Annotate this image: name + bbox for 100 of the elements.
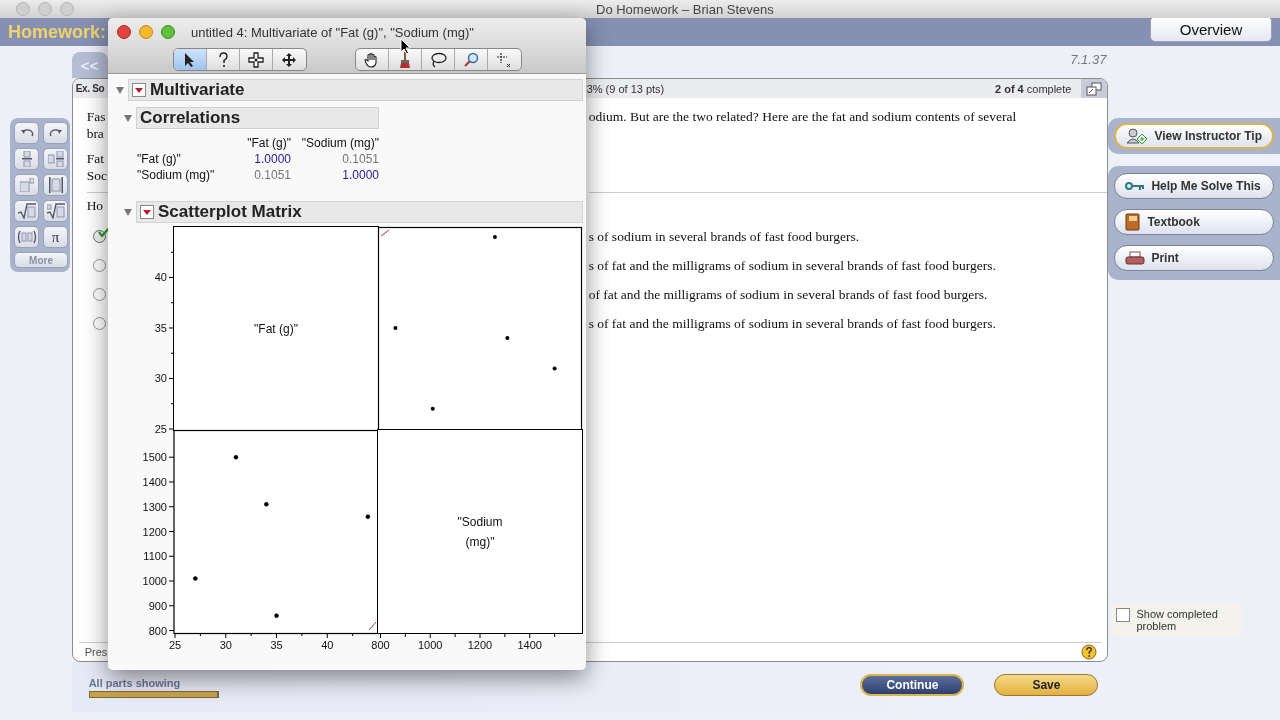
math-key[interactable] (43, 200, 68, 222)
disclosure-icon[interactable] (123, 207, 133, 217)
data-point (264, 502, 269, 507)
search-icon (462, 51, 479, 68)
continue-button[interactable]: Continue (860, 674, 965, 696)
option-text[interactable]: s of fat and the milligrams of sodium in several brands of fast food burgers. (588, 258, 996, 273)
sidebar-button[interactable]: Help Me Solve This (1114, 173, 1274, 199)
table-cell-text: 0.1051 (253, 167, 291, 183)
ellipse-segment (368, 621, 377, 631)
interval-icon (16, 230, 37, 244)
math-key[interactable] (14, 122, 39, 144)
disclosure-icon[interactable] (123, 113, 133, 123)
popout-icon (1086, 81, 1103, 96)
checkbox[interactable] (1116, 608, 1131, 622)
math-key[interactable] (43, 122, 68, 144)
tick-label: 1400 (142, 476, 167, 488)
radio-button[interactable] (92, 288, 106, 301)
radio-button[interactable] (92, 230, 106, 243)
tick-label: 35 (154, 322, 167, 334)
section-header[interactable]: Multivariate (128, 79, 583, 101)
tick-label: 1000 (418, 639, 443, 651)
tick-label: 1400 (517, 639, 542, 651)
question-text: Fat (86, 151, 104, 166)
data-point (274, 613, 279, 618)
brush-icon (397, 51, 412, 68)
tick-label: 1000 (142, 575, 167, 587)
section-header[interactable]: Correlations (136, 107, 379, 129)
exponent-icon (19, 178, 34, 192)
tick-label: 1200 (142, 525, 167, 538)
help-icon[interactable] (1081, 644, 1098, 660)
window-title: Do Homework – Brian Stevens (596, 1, 774, 17)
overview-button[interactable]: Overview (1150, 16, 1272, 42)
version-number: 7.1.37 (1070, 51, 1108, 67)
crosshair-icon (496, 51, 512, 68)
save-button[interactable]: Save (994, 674, 1099, 696)
tick-label: 30 (219, 639, 232, 651)
tick-label: 40 (154, 271, 167, 284)
dropdown-icon[interactable] (140, 205, 154, 219)
section-title: Scatterplot Matrix (158, 202, 302, 222)
math-key[interactable] (14, 200, 39, 222)
symbol-key[interactable]: π (43, 226, 68, 248)
key-icon (1125, 180, 1146, 192)
dropdown-icon[interactable] (132, 83, 146, 97)
help-icon (216, 51, 229, 68)
tick-label: 35 (270, 639, 283, 651)
page-title: Homework: (8, 21, 106, 43)
math-key[interactable] (14, 226, 39, 248)
question-prompt: Ho (86, 198, 104, 213)
math-key[interactable] (43, 174, 68, 196)
move-icon (281, 51, 297, 68)
data-point (365, 514, 371, 519)
data-point (430, 406, 435, 411)
tick-label: 30 (154, 372, 167, 385)
disclosure-icon[interactable] (115, 85, 125, 95)
popout-button[interactable] (1081, 79, 1108, 98)
sidebar-button[interactable]: Textbook (1114, 209, 1274, 235)
row-header: "Fat (g)" (137, 151, 182, 167)
sidebar-button[interactable]: Print (1114, 245, 1274, 271)
table-cell-text: 1.0000 (253, 151, 291, 167)
radio-button[interactable] (92, 317, 106, 330)
pointer-icon (182, 51, 197, 68)
radio-button[interactable] (92, 259, 106, 272)
option-text[interactable]: s of sodium in several brands of fast food burgers. (588, 229, 860, 244)
option-text[interactable]: s of fat and the milligrams of sodium in several brands of fast food burgers. (588, 316, 996, 331)
column-header: "Fat (g)" (246, 135, 291, 151)
tick-label: 900 (148, 599, 167, 612)
status-text: All parts showing (88, 677, 182, 689)
exercise-label: Ex. So (75, 83, 106, 94)
table-cell-text: 1.0000 (341, 167, 379, 183)
zoom-button[interactable] (161, 25, 175, 39)
window-title: untitled 4: Multivariate of "Fat (g)", "Sodium (mg)" (191, 24, 474, 40)
question-text: Soc (86, 168, 107, 183)
person-plus-icon (1126, 128, 1149, 144)
undo-icon (19, 128, 34, 138)
tick-label: 1500 (142, 451, 167, 464)
question-text: bra (86, 126, 104, 141)
option-text[interactable]: of fat and the milligrams of sodium in several brands of fast food burgers. (588, 287, 988, 302)
variable-label: "Fat (g)" (254, 320, 298, 338)
check-icon (97, 227, 110, 237)
instructor-tip-button[interactable]: View Instructor Tip (1114, 123, 1274, 149)
ellipse-segment (380, 229, 390, 237)
row-header: "Sodium (mg)" (137, 167, 216, 183)
printer-icon (1125, 251, 1146, 265)
question-text: odium. But are the two related? Here are the fat and sodium contents of several (588, 109, 1017, 124)
data-point (233, 455, 239, 460)
checkbox-label: Show completed problem (1136, 608, 1219, 632)
crosshair-icon (247, 51, 264, 68)
close-button[interactable] (117, 25, 131, 39)
fraction-icon (21, 151, 32, 167)
column-header: "Sodium (mg)" (300, 135, 379, 151)
absolute-value-icon (48, 177, 63, 193)
variable-label: "Sodium (mg)" (456, 513, 504, 551)
data-point (492, 235, 497, 240)
tick-label: 800 (371, 639, 390, 651)
tool-button[interactable] (173, 49, 207, 70)
table-cell-text: 0.1051 (341, 151, 379, 167)
section-header[interactable]: Scatterplot Matrix (136, 201, 583, 223)
footer-text: Pres (84, 646, 108, 658)
data-point (552, 366, 557, 371)
data-point (393, 326, 398, 330)
